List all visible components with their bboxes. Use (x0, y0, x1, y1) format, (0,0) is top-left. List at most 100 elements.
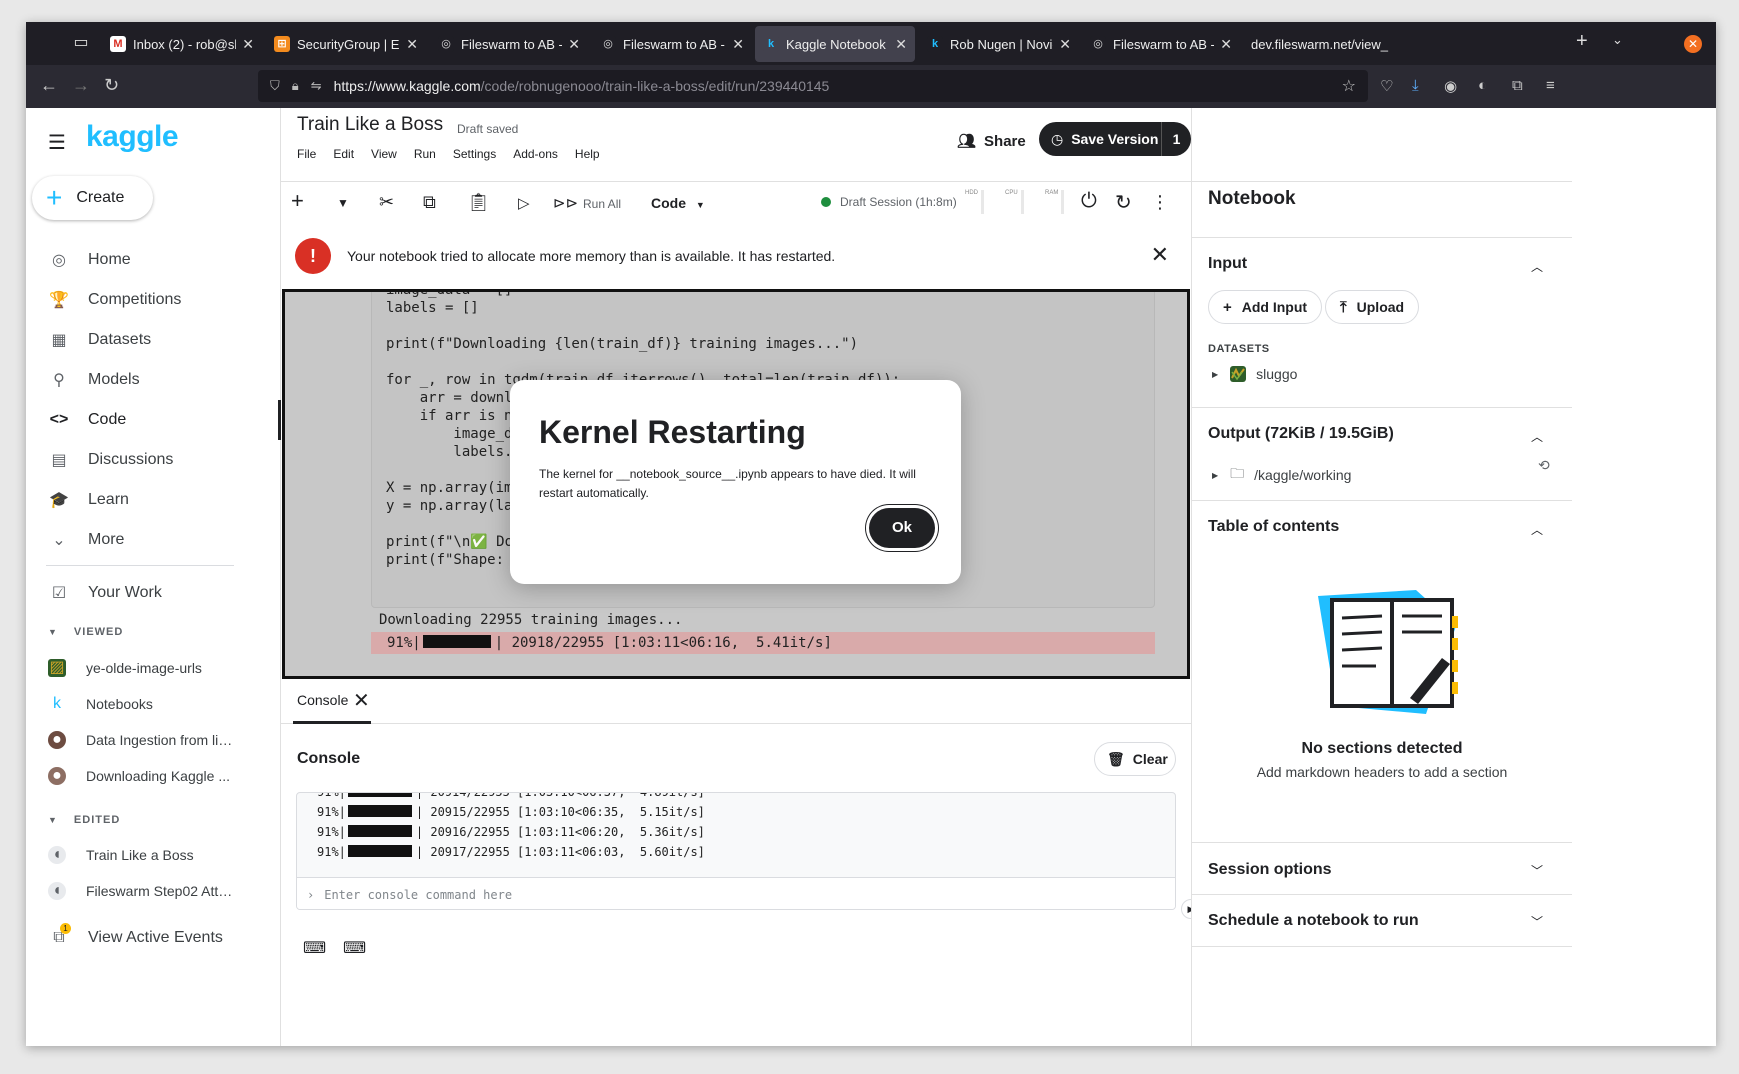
run-all-label[interactable]: Run All (583, 197, 621, 211)
sync-icon[interactable]: ⟲ (1538, 457, 1550, 474)
share-button[interactable]: 👥︎ Share (957, 132, 1026, 150)
sidebar-item-models[interactable]: ⚲ Models (26, 360, 281, 400)
sidebar-item-more[interactable]: ⌄ More (26, 520, 281, 560)
output-dir-item[interactable]: ▶ 🗀 /kaggle/working (1212, 463, 1351, 487)
close-tab-icon[interactable]: ✕ (732, 36, 744, 53)
menu-settings[interactable]: Settings (453, 147, 496, 161)
menu-add-ons[interactable]: Add-ons (513, 147, 558, 161)
chevron-down-icon[interactable]: ⌄ (1612, 32, 1623, 48)
menu-edit[interactable]: Edit (333, 147, 354, 161)
add-cell-icon[interactable]: + (291, 188, 304, 214)
menu-file[interactable]: File (297, 147, 316, 161)
close-tab-icon[interactable]: ✕ (406, 36, 418, 53)
pocket-icon[interactable]: ♡ (1380, 77, 1393, 95)
hamburger-menu-icon[interactable]: ☰ (48, 130, 66, 155)
sidebar-item-datasets[interactable]: ▦ Datasets (26, 320, 281, 360)
keyboard-icon[interactable]: ⌨ (343, 938, 366, 958)
close-tab-icon[interactable]: ✕ (242, 36, 254, 53)
viewed-item[interactable]: ▨ ye-olde-image-urls (26, 653, 281, 683)
restart-icon[interactable]: ↻ (1115, 190, 1132, 215)
power-icon[interactable]: ⏻ (1081, 190, 1097, 213)
chevron-up-icon[interactable]: ︿ (1531, 258, 1543, 275)
tab-list-icon[interactable]: ▭ (70, 32, 92, 54)
chevron-up-icon[interactable]: ︿ (1531, 428, 1543, 445)
sidebar-item-view-active-events[interactable]: ⧉ 1 View Active Events (26, 918, 281, 958)
extensions-puzzle-icon[interactable]: ⧉ (1512, 77, 1523, 94)
viewed-item[interactable]: k Notebooks (26, 689, 281, 719)
browser-tab[interactable]: ◎ Fileswarm to AB - St ✕ (592, 26, 752, 62)
edited-section-header[interactable]: ▼ EDITED (48, 814, 120, 826)
browser-tab[interactable]: k Rob Nugen | Novice ✕ (919, 26, 1079, 62)
cell-type-select[interactable]: Code ▼ (651, 195, 705, 211)
close-tab-icon[interactable]: ✕ (1220, 36, 1232, 53)
output-section-header[interactable]: Output (72KiB / 19.5GiB) (1208, 425, 1394, 443)
browser-tab[interactable]: M Inbox (2) - rob@sbst ✕ (102, 26, 262, 62)
sidebar-item-learn[interactable]: 🎓 Learn (26, 480, 281, 520)
viewed-item[interactable]: ● Data Ingestion from lin... (26, 725, 281, 755)
create-button[interactable]: + Create (32, 176, 153, 220)
account-icon[interactable]: ◉ (1444, 77, 1457, 95)
edited-item[interactable]: ◖ Fileswarm Step02 Atta... (26, 876, 281, 906)
schedule-header[interactable]: Schedule a notebook to run (1208, 912, 1419, 930)
tab-title: Kaggle Notebook Ed (786, 36, 889, 52)
session-options-header[interactable]: Session options (1208, 861, 1332, 879)
clear-console-button[interactable]: 🗑︎ Clear (1094, 742, 1176, 776)
terminal-icon[interactable]: ⌨︎ (303, 938, 326, 958)
dataset-item[interactable]: ▶ sluggo (1212, 366, 1297, 382)
viewed-item[interactable]: ● Downloading Kaggle ... (26, 761, 281, 791)
close-tab-icon[interactable]: ✕ (895, 36, 907, 53)
close-tab-icon[interactable]: ✕ (568, 36, 580, 53)
upload-button[interactable]: ⤒ Upload (1325, 290, 1420, 324)
copy-icon[interactable]: ⧉ (423, 192, 436, 213)
run-all-icon[interactable]: ⊳⊳ (553, 194, 578, 212)
menu-help[interactable]: Help (575, 147, 600, 161)
console-output[interactable]: 91%| | 20914/22955 [1:03:10<06:37, 4.89it… (296, 792, 1176, 910)
toc-section-header[interactable]: Table of contents (1208, 518, 1339, 536)
chevron-up-icon[interactable]: ︿ (1531, 521, 1543, 538)
session-status[interactable]: Draft Session (1h:8m) (821, 195, 957, 209)
input-section-header[interactable]: Input (1208, 255, 1247, 273)
close-tab-icon[interactable]: ✕ (1059, 36, 1071, 53)
chevron-down-icon[interactable]: ﹀ (1531, 862, 1543, 879)
add-input-button[interactable]: + Add Input (1208, 290, 1323, 324)
kaggle-logo[interactable]: kaggle (86, 120, 179, 154)
menu-icon[interactable]: ≡ (1546, 77, 1555, 94)
extension-icon[interactable]: ✕ (1684, 35, 1702, 53)
run-cell-icon[interactable]: ▷ (518, 194, 530, 212)
viewed-section-header[interactable]: ▼ VIEWED (48, 626, 123, 638)
downloads-icon[interactable]: ⤓ (1412, 77, 1419, 94)
notebook-title[interactable]: Train Like a Boss (297, 114, 443, 136)
forward-icon[interactable]: → (72, 75, 90, 96)
sidebar-item-discussions[interactable]: ▤ Discussions (26, 440, 281, 480)
more-vert-icon[interactable]: ⋮ (1151, 192, 1169, 213)
browser-tab[interactable]: ◎ Fileswarm to AB - Da ✕ (430, 26, 588, 62)
sidebar-item-code[interactable]: <> Code (26, 400, 281, 440)
close-icon[interactable]: ✕ (1151, 242, 1169, 268)
reload-icon[interactable]: ↻ (104, 75, 119, 96)
edited-item[interactable]: ◖ Train Like a Boss (26, 840, 281, 870)
sidebar-item-competitions[interactable]: 🏆 Competitions (26, 280, 281, 320)
menu-view[interactable]: View (371, 147, 397, 161)
browser-tab[interactable]: ⊞ SecurityGroup | EC2 ✕ (266, 26, 426, 62)
console-input[interactable]: › Enter console command here (297, 877, 1175, 909)
chevron-down-icon[interactable]: ﹀ (1531, 913, 1543, 930)
new-tab-icon[interactable]: + (1576, 30, 1588, 53)
url-bar[interactable]: ⛉ 🔒︎ ⇋ https://www.kaggle.com/code/robnu… (258, 70, 1368, 102)
paste-icon[interactable]: 📋︎ (467, 192, 490, 213)
close-icon[interactable]: ✕ (353, 688, 370, 713)
sidebar-item-home[interactable]: ◎ Home (26, 240, 281, 280)
browser-tab[interactable]: ◎ Fileswarm to AB - Ca ✕ (1082, 26, 1240, 62)
browser-tab[interactable]: k Kaggle Notebook Ed ✕ (755, 26, 915, 62)
bookmark-star-icon[interactable]: ☆ (1342, 76, 1356, 96)
save-version-button[interactable]: ◷ Save Version 1 (1039, 122, 1191, 156)
cut-icon[interactable]: ✂ (379, 192, 394, 213)
back-icon[interactable]: ← (40, 75, 58, 96)
menu-run[interactable]: Run (414, 147, 436, 161)
tab-console[interactable]: Console (297, 692, 348, 708)
ok-button[interactable]: Ok (869, 508, 935, 548)
caret-down-icon[interactable]: ▼ (337, 196, 349, 210)
save-version-count[interactable]: 1 (1161, 122, 1191, 156)
extension-icon[interactable]: ◐ (1478, 77, 1487, 94)
sidebar-item-your-work[interactable]: ☑ Your Work (26, 573, 281, 613)
browser-tab[interactable]: dev.fileswarm.net/view_ (1243, 26, 1403, 62)
